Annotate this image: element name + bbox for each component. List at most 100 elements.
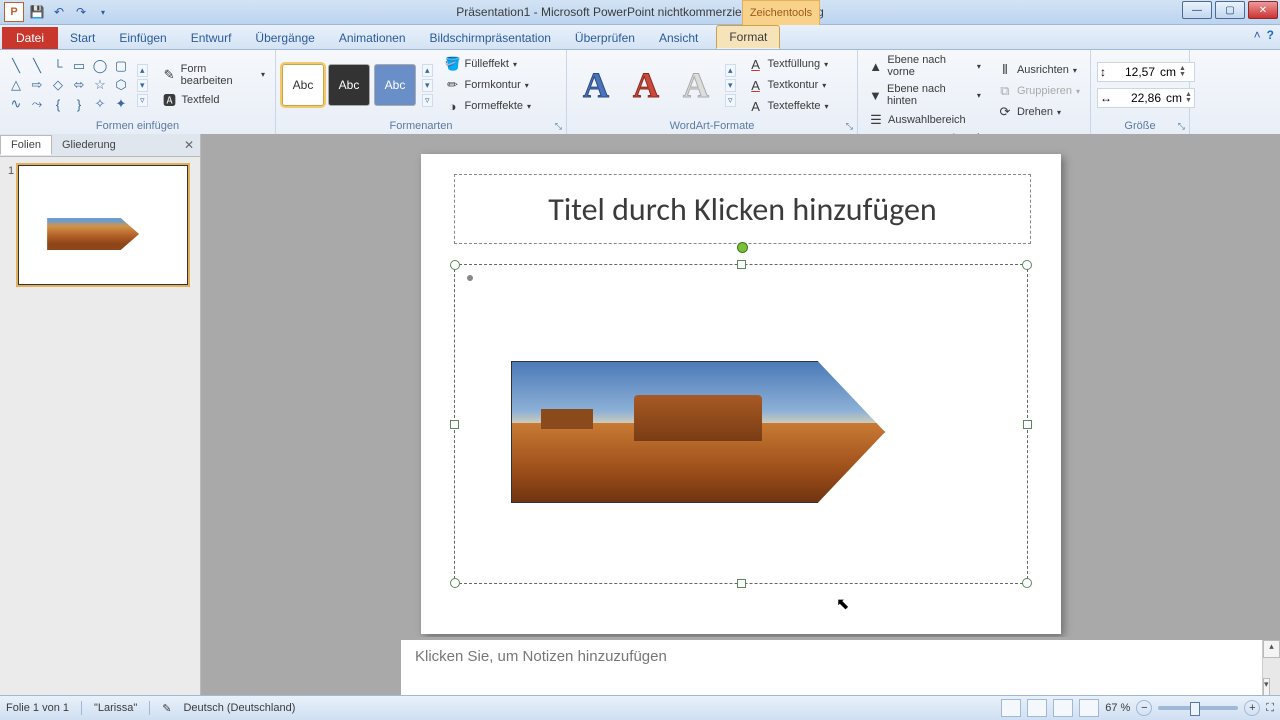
send-backward-button[interactable]: ▼Ebene nach hinten ▾ xyxy=(864,81,985,109)
scroll-up-icon[interactable]: ▴ xyxy=(1263,640,1280,658)
star-icon[interactable]: ☆ xyxy=(90,76,110,94)
slideshow-view-button[interactable] xyxy=(1079,699,1099,717)
textbox-button[interactable]: 🅰Textfeld xyxy=(158,90,269,110)
dialog-launcher-icon[interactable]: ⤡ xyxy=(1178,121,1185,132)
line-icon[interactable]: ╲ xyxy=(27,57,47,75)
status-language[interactable]: Deutsch (Deutschland) xyxy=(183,702,295,714)
gallery-up-icon[interactable]: ▴ xyxy=(137,64,148,77)
shape-fill-button[interactable]: 🪣Fülleffekt ▾ xyxy=(441,54,536,74)
scroll-down-icon[interactable]: ▾ xyxy=(1263,678,1270,696)
tab-slides[interactable]: Folien xyxy=(0,135,52,155)
minimize-ribbon-icon[interactable]: ˄ xyxy=(1254,28,1261,42)
tab-insert[interactable]: Einfügen xyxy=(107,27,178,49)
brace-icon[interactable]: } xyxy=(69,95,89,113)
slide-thumbnail[interactable] xyxy=(18,165,188,285)
gallery-down-icon[interactable]: ▾ xyxy=(725,79,736,92)
line-icon[interactable]: ╲ xyxy=(6,57,26,75)
picture-shape[interactable] xyxy=(511,361,885,503)
tab-design[interactable]: Entwurf xyxy=(179,27,244,49)
text-outline-button[interactable]: ATextkontur ▾ xyxy=(744,75,833,95)
gallery-down-icon[interactable]: ▾ xyxy=(137,79,148,92)
gallery-more-icon[interactable]: ▿ xyxy=(137,94,148,107)
zoom-out-button[interactable]: − xyxy=(1136,700,1152,716)
gallery-more-icon[interactable]: ▿ xyxy=(725,94,736,107)
selection-handle[interactable] xyxy=(737,260,746,269)
tab-transitions[interactable]: Übergänge xyxy=(243,27,326,49)
roundrect-icon[interactable]: ▢ xyxy=(111,57,131,75)
edit-shape-button[interactable]: ✎Form bearbeiten ▾ xyxy=(158,61,269,89)
wordart-style[interactable]: A xyxy=(673,62,719,108)
tab-review[interactable]: Überprüfen xyxy=(563,27,647,49)
normal-view-button[interactable] xyxy=(1001,699,1021,717)
callout-icon[interactable]: ✧ xyxy=(90,95,110,113)
shape-style-swatch[interactable]: Abc xyxy=(374,64,416,106)
callout-icon[interactable]: ✦ xyxy=(111,95,131,113)
align-button[interactable]: ⫴Ausrichten ▾ xyxy=(993,60,1084,80)
slide-editor[interactable]: Titel durch Klicken hinzufügen ⬉ Klicken xyxy=(201,134,1280,696)
hex-icon[interactable]: ⬡ xyxy=(111,76,131,94)
brace-icon[interactable]: { xyxy=(48,95,68,113)
connector-icon[interactable]: └ xyxy=(48,57,68,75)
selection-handle[interactable] xyxy=(450,578,460,588)
selection-handle[interactable] xyxy=(1022,578,1032,588)
close-button[interactable]: ✕ xyxy=(1248,1,1278,19)
zoom-in-button[interactable]: + xyxy=(1244,700,1260,716)
close-panel-icon[interactable]: ✕ xyxy=(178,138,200,152)
shape-effects-button[interactable]: ◑Formeffekte ▾ xyxy=(441,96,536,116)
text-fill-button[interactable]: ATextfüllung ▾ xyxy=(744,54,833,74)
shapes-gallery[interactable]: ╲ ╲ └ ▭ ◯ ▢ △ ⇨ ◇ ⬄ ☆ ⬡ ∿ ⤳ { } ✧ ✦ xyxy=(6,57,131,113)
dialog-launcher-icon[interactable]: ⤡ xyxy=(555,121,562,132)
tab-view[interactable]: Ansicht xyxy=(647,27,710,49)
selection-handle[interactable] xyxy=(737,579,746,588)
minimize-button[interactable]: — xyxy=(1182,1,1212,19)
help-icon[interactable]: ? xyxy=(1267,28,1274,42)
spin-down-icon[interactable]: ▼ xyxy=(1179,72,1186,78)
slide-canvas[interactable]: Titel durch Klicken hinzufügen xyxy=(421,154,1061,634)
selection-pane-button[interactable]: ☰Auswahlbereich xyxy=(864,110,985,130)
zoom-slider[interactable] xyxy=(1158,706,1238,710)
wordart-style[interactable]: A xyxy=(623,62,669,108)
gallery-more-icon[interactable]: ▿ xyxy=(422,94,433,107)
save-icon[interactable]: 💾 xyxy=(28,3,46,21)
wordart-style[interactable]: A xyxy=(573,62,619,108)
fit-window-button[interactable]: ⛶ xyxy=(1266,702,1274,715)
undo-icon[interactable]: ↶ xyxy=(50,3,68,21)
gallery-down-icon[interactable]: ▾ xyxy=(422,79,433,92)
notes-scrollbar[interactable]: ▴ ▾ xyxy=(1262,640,1280,696)
selection-handle[interactable] xyxy=(450,420,459,429)
sorter-view-button[interactable] xyxy=(1027,699,1047,717)
shape-style-swatch[interactable]: Abc xyxy=(282,64,324,106)
zoom-thumb[interactable] xyxy=(1190,702,1200,716)
selection-handle[interactable] xyxy=(450,260,460,270)
shape-style-swatch[interactable]: Abc xyxy=(328,64,370,106)
tab-format[interactable]: Format xyxy=(716,25,780,49)
width-field[interactable]: ↔cm▲▼ xyxy=(1097,88,1195,108)
qat-more-icon[interactable]: ▾ xyxy=(94,3,112,21)
dialog-launcher-icon[interactable]: ⤡ xyxy=(846,121,853,132)
tab-start[interactable]: Start xyxy=(58,27,107,49)
tab-animations[interactable]: Animationen xyxy=(327,27,418,49)
triangle-icon[interactable]: △ xyxy=(6,76,26,94)
selection-handle[interactable] xyxy=(1022,260,1032,270)
curve-icon[interactable]: ⤳ xyxy=(27,95,47,113)
height-field[interactable]: ↕cm▲▼ xyxy=(1097,62,1195,82)
gallery-up-icon[interactable]: ▴ xyxy=(422,64,433,77)
spin-down-icon[interactable]: ▼ xyxy=(1185,98,1192,104)
width-input[interactable] xyxy=(1115,90,1163,106)
maximize-button[interactable]: ▢ xyxy=(1215,1,1245,19)
rotate-button[interactable]: ⟳Drehen ▾ xyxy=(993,102,1084,122)
rotation-handle[interactable] xyxy=(737,242,748,253)
selection-handle[interactable] xyxy=(1023,420,1032,429)
diamond-icon[interactable]: ◇ xyxy=(48,76,68,94)
title-placeholder[interactable]: Titel durch Klicken hinzufügen xyxy=(454,174,1031,244)
content-placeholder[interactable] xyxy=(454,264,1028,584)
rect-icon[interactable]: ▭ xyxy=(69,57,89,75)
shape-outline-button[interactable]: ✏Formkontur ▾ xyxy=(441,75,536,95)
tab-file[interactable]: Datei xyxy=(2,27,58,49)
gallery-up-icon[interactable]: ▴ xyxy=(725,64,736,77)
text-effects-button[interactable]: ATexteffekte ▾ xyxy=(744,96,833,116)
spellcheck-icon[interactable]: ✎ xyxy=(162,702,171,715)
curve-icon[interactable]: ∿ xyxy=(6,95,26,113)
redo-icon[interactable]: ↷ xyxy=(72,3,90,21)
tab-slideshow[interactable]: Bildschirmpräsentation xyxy=(418,27,563,49)
